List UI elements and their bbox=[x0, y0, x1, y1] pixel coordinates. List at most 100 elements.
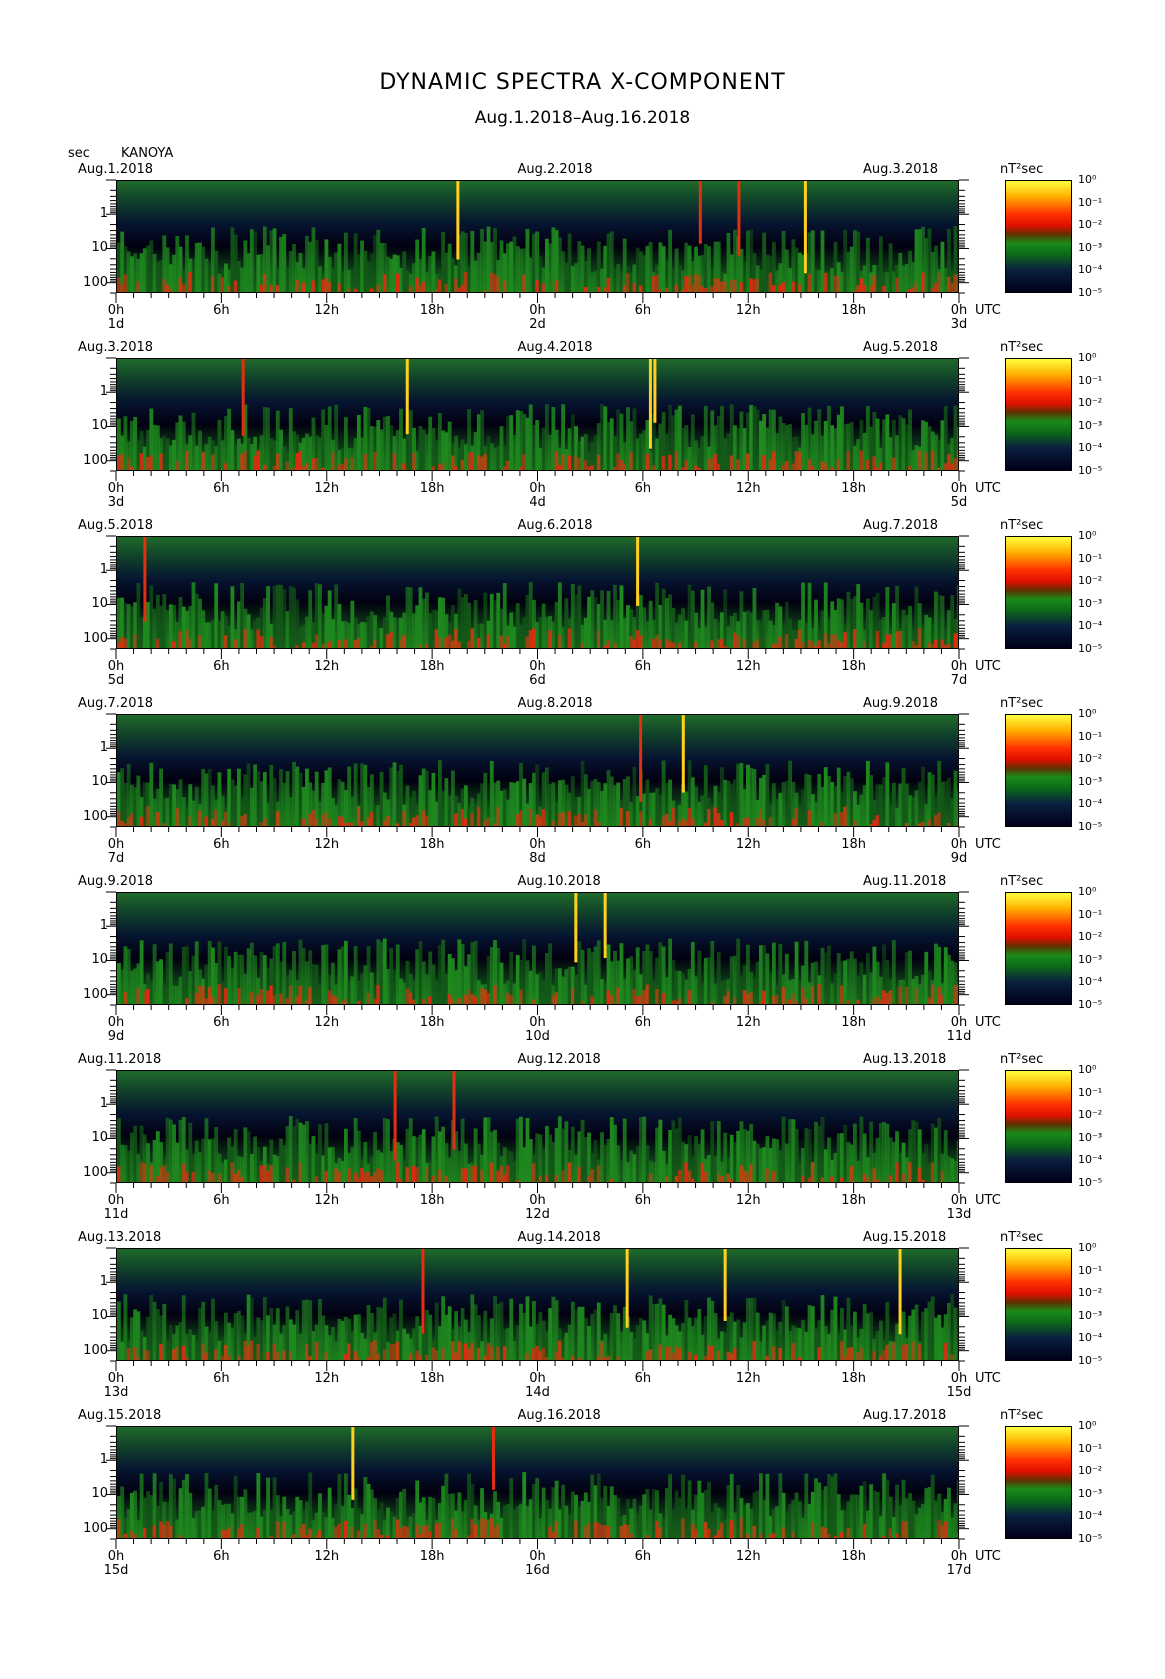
x-tick-label: 0h bbox=[529, 303, 546, 318]
x-tick-label: 12h bbox=[735, 481, 761, 496]
day-label: 5d bbox=[950, 495, 968, 510]
spectra-panel: Aug.9.2018 Aug.10.2018 Aug.11.2018 nT²sec 1 1… bbox=[0, 874, 1165, 1054]
x-tick-label: 18h bbox=[419, 303, 445, 318]
y-unit-label: sec bbox=[68, 146, 90, 161]
colorbar bbox=[1005, 1070, 1072, 1183]
colorbar-tick-label: 10⁻⁵ bbox=[1078, 1354, 1103, 1367]
colorbar-tick-label: 10⁻³ bbox=[1078, 1130, 1103, 1144]
x-tick-label: 6h bbox=[213, 1549, 230, 1564]
colorbar-tick-label: 10⁻¹ bbox=[1078, 373, 1103, 387]
day-label: 15d bbox=[103, 1563, 129, 1578]
colorbar-tick-label: 10⁻⁴ bbox=[1078, 263, 1103, 277]
x-tick-label: 0h bbox=[950, 1371, 968, 1386]
colorbar-tick-label: 10⁻¹ bbox=[1078, 729, 1103, 743]
x-tick-label: 0h bbox=[107, 1015, 125, 1030]
x-tick-label: 12h bbox=[735, 1015, 761, 1030]
colorbar-tick-label: 10⁻¹ bbox=[1078, 907, 1103, 921]
colorbar-tick-label: 10⁻² bbox=[1078, 396, 1103, 410]
x-tick-label: 12h bbox=[735, 1193, 761, 1208]
x-tick-label: 0h bbox=[107, 481, 125, 496]
x-tick-label: 6h bbox=[634, 303, 652, 318]
spectra-panel: Aug.13.2018 Aug.14.2018 Aug.15.2018 nT²sec 1… bbox=[0, 1230, 1165, 1410]
x-tick-label: 18h bbox=[419, 1015, 445, 1030]
day-label: 14d bbox=[525, 1385, 550, 1400]
utc-label: UTC bbox=[975, 659, 1001, 674]
x-tick-label: 12h bbox=[314, 481, 340, 496]
x-tick-label: 18h bbox=[841, 837, 867, 852]
x-tick-label: 18h bbox=[841, 303, 867, 318]
x-tick-label: 0h bbox=[107, 837, 125, 852]
colorbar-tick-label: 10⁻⁴ bbox=[1078, 975, 1103, 989]
colorbar-tick-label: 10⁻³ bbox=[1078, 1486, 1103, 1500]
x-tick-label: 18h bbox=[841, 1193, 867, 1208]
day-label: 3d bbox=[107, 495, 125, 510]
day-label: 11d bbox=[103, 1207, 129, 1222]
x-tick-label: 0h bbox=[950, 1015, 968, 1030]
colorbar-tick-label: 10⁻³ bbox=[1078, 418, 1103, 432]
x-tick-label: 12h bbox=[314, 1015, 340, 1030]
utc-label: UTC bbox=[975, 1193, 1001, 1208]
day-label: 10d bbox=[525, 1029, 550, 1044]
x-tick-label: 0h bbox=[107, 1549, 125, 1564]
day-label: 15d bbox=[946, 1385, 972, 1400]
x-tick-label: 18h bbox=[419, 659, 445, 674]
day-label: 6d bbox=[529, 673, 546, 688]
colorbar-tick-label: 10⁰ bbox=[1078, 885, 1097, 898]
x-tick-label: 12h bbox=[735, 303, 761, 318]
x-tick-label: 0h bbox=[107, 303, 125, 318]
x-tick-label: 0h bbox=[107, 659, 125, 674]
colorbar-tick-label: 10⁻⁴ bbox=[1078, 797, 1103, 811]
x-tick-label: 18h bbox=[841, 1371, 867, 1386]
spectra-panel: Aug.7.2018 Aug.8.2018 Aug.9.2018 nT²sec 1 10 1… bbox=[0, 696, 1165, 876]
colorbar bbox=[1005, 536, 1072, 649]
x-tick-label: 18h bbox=[419, 1371, 445, 1386]
colorbar-tick-label: 10⁻⁵ bbox=[1078, 642, 1103, 655]
colorbar-tick-label: 10⁻⁴ bbox=[1078, 1153, 1103, 1167]
day-label: 13d bbox=[103, 1385, 129, 1400]
day-label: 16d bbox=[525, 1563, 550, 1578]
spectra-panel: Aug.1.2018 Aug.2.2018 Aug.3.2018 nT²sec 1 10 1… bbox=[0, 162, 1165, 342]
colorbar-tick-label: 10⁰ bbox=[1078, 707, 1097, 720]
x-tick-label: 0h bbox=[107, 1193, 125, 1208]
day-label: 1d bbox=[107, 317, 125, 332]
day-label: 11d bbox=[946, 1029, 972, 1044]
colorbar bbox=[1005, 714, 1072, 827]
colorbar-tick-label: 10⁻¹ bbox=[1078, 1263, 1103, 1277]
x-tick-label: 6h bbox=[634, 659, 652, 674]
utc-label: UTC bbox=[975, 1015, 1001, 1030]
spectra-panel: Aug.11.2018 Aug.12.2018 Aug.13.2018 nT²sec 1… bbox=[0, 1052, 1165, 1232]
day-label: 12d bbox=[525, 1207, 550, 1222]
x-tick-label: 6h bbox=[213, 481, 230, 496]
utc-label: UTC bbox=[975, 1371, 1001, 1386]
x-tick-label: 0h bbox=[529, 1193, 546, 1208]
x-tick-label: 12h bbox=[735, 1549, 761, 1564]
colorbar-tick-label: 10⁻² bbox=[1078, 218, 1103, 232]
x-tick-label: 18h bbox=[841, 1549, 867, 1564]
colorbar bbox=[1005, 892, 1072, 1005]
colorbar bbox=[1005, 180, 1072, 293]
x-tick-label: 0h bbox=[950, 303, 968, 318]
x-tick-label: 0h bbox=[950, 837, 968, 852]
x-tick-label: 12h bbox=[735, 659, 761, 674]
spectra-panel: Aug.3.2018 Aug.4.2018 Aug.5.2018 nT²sec 1 10 1… bbox=[0, 340, 1165, 520]
colorbar-tick-label: 10⁻² bbox=[1078, 574, 1103, 588]
x-tick-label: 18h bbox=[419, 837, 445, 852]
colorbar-tick-label: 10⁻⁴ bbox=[1078, 1331, 1103, 1345]
x-tick-label: 0h bbox=[529, 837, 546, 852]
utc-label: UTC bbox=[975, 837, 1001, 852]
x-tick-label: 12h bbox=[314, 1193, 340, 1208]
x-tick-label: 6h bbox=[213, 837, 230, 852]
day-label: 13d bbox=[946, 1207, 972, 1222]
x-tick-label: 0h bbox=[529, 481, 546, 496]
x-tick-label: 18h bbox=[419, 481, 445, 496]
colorbar bbox=[1005, 358, 1072, 471]
colorbar-tick-label: 10⁰ bbox=[1078, 351, 1097, 364]
x-tick-label: 6h bbox=[634, 1015, 652, 1030]
chart-title: DYNAMIC SPECTRA X-COMPONENT bbox=[379, 70, 786, 95]
day-label: 2d bbox=[529, 317, 546, 332]
day-label: 8d bbox=[529, 851, 546, 866]
colorbar-tick-label: 10⁻² bbox=[1078, 1108, 1103, 1122]
colorbar-tick-label: 10⁻¹ bbox=[1078, 1441, 1103, 1455]
day-label: 4d bbox=[529, 495, 546, 510]
x-tick-label: 12h bbox=[314, 659, 340, 674]
